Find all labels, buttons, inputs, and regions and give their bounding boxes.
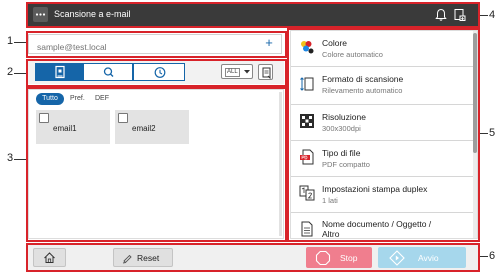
highlight-frame-6 [26, 243, 480, 272]
callout-6: 6 [489, 250, 496, 262]
callout-line-5 [479, 133, 488, 134]
highlight-frame-1 [26, 31, 287, 58]
highlight-frame-2 [26, 59, 287, 87]
highlight-frame-3 [26, 87, 287, 242]
callout-5: 5 [489, 127, 496, 139]
callout-line-6 [479, 256, 488, 257]
highlight-frame-5 [287, 28, 480, 242]
callout-1: 1 [7, 35, 14, 47]
callout-4: 4 [489, 9, 496, 21]
panel-screen: 1 2 3 4 5 6 Scansione a e-mail sample@te… [0, 0, 500, 275]
highlight-frame-4 [26, 2, 480, 28]
callout-3: 3 [7, 152, 14, 164]
callout-line-4 [479, 15, 488, 16]
callout-2: 2 [7, 66, 14, 78]
